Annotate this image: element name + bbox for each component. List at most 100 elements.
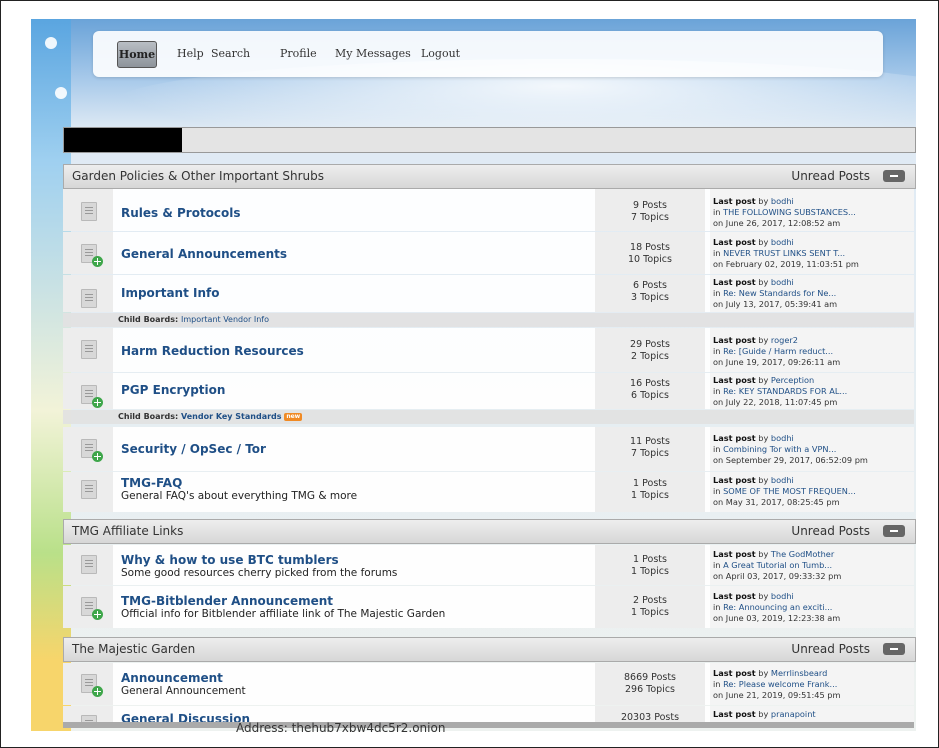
board-row: Why & how to use BTC tumblers Some good … [63, 545, 914, 585]
board-icon[interactable] [81, 289, 97, 308]
last-post-author[interactable]: roger2 [771, 335, 798, 345]
board-name[interactable]: Security / OpSec / Tor [121, 442, 266, 456]
unread-posts-link[interactable]: Unread Posts [791, 524, 870, 538]
last-post-author[interactable]: bodhi [771, 475, 794, 485]
last-post-topic[interactable]: NEVER TRUST LINKS SENT T... [723, 248, 845, 258]
board-name[interactable]: Important Info [121, 286, 219, 300]
child-board-link[interactable]: Important Vendor Info [181, 315, 269, 324]
last-post-cell: Last post by pranapoint [710, 706, 914, 722]
by-label: by [758, 237, 769, 247]
child-boards-line: Child Boards: Vendor Key Standards new [118, 412, 303, 421]
last-post-label: Last post [713, 277, 756, 287]
nav-my-messages[interactable]: My Messages [335, 47, 411, 60]
last-post-topic[interactable]: Combining Tor with a VPN... [723, 444, 836, 454]
last-post-author[interactable]: pranapoint [771, 709, 816, 719]
board-icon-cell [63, 373, 113, 409]
board-row: General Discussion 20303 Posts Last post… [63, 706, 914, 722]
topics-count: 10 Topics [628, 254, 672, 265]
board-description: Some good resources cherry picked from t… [121, 567, 398, 579]
last-post-date: on July 13, 2017, 05:39:41 am [713, 299, 838, 309]
last-post-topic[interactable]: Re: KEY STANDARDS FOR AL... [723, 386, 847, 396]
board-name[interactable]: Why & how to use BTC tumblers [121, 553, 339, 567]
last-post-author[interactable]: bodhi [771, 591, 794, 601]
flower-petal [45, 37, 57, 49]
collapse-icon[interactable] [883, 525, 905, 537]
board-stats: 2 Posts 1 Topics [595, 586, 705, 628]
by-label: by [758, 277, 769, 287]
board-row: General Announcements 18 Posts 10 Topics … [63, 232, 914, 274]
last-post-author[interactable]: The GodMother [771, 549, 834, 559]
last-post-label: Last post [713, 433, 756, 443]
board-stats: 29 Posts 2 Topics [595, 328, 705, 372]
board-name[interactable]: General Announcements [121, 247, 287, 261]
last-post-cell: Last post by Perception in Re: KEY STANDA… [710, 373, 914, 409]
board-name[interactable]: Announcement [121, 671, 223, 685]
in-label: in [713, 248, 721, 258]
nav-logout[interactable]: Logout [421, 47, 460, 60]
last-post-author[interactable]: Merrlinsbeard [771, 668, 827, 678]
new-badge: new [284, 412, 303, 421]
in-label: in [713, 346, 721, 356]
new-posts-icon [92, 686, 103, 697]
board-row: TMG-Bitblender Announcement Official inf… [63, 586, 914, 628]
board-icon[interactable] [81, 555, 97, 574]
category-header: The Majestic Garden Unread Posts [63, 637, 916, 662]
unread-posts-link[interactable]: Unread Posts [791, 642, 870, 656]
collapse-icon[interactable] [883, 170, 905, 182]
board-stats: 8669 Posts 296 Topics [595, 663, 705, 705]
last-post-topic[interactable]: Re: Please welcome Frank... [723, 679, 837, 689]
board-description: General FAQ's about everything TMG & mor… [121, 490, 358, 502]
last-post-author[interactable]: bodhi [771, 277, 794, 287]
nav-home-button[interactable]: Home [117, 41, 157, 68]
last-post-author[interactable]: bodhi [771, 433, 794, 443]
nav-profile[interactable]: Profile [280, 47, 317, 60]
last-post-topic[interactable]: Re: Announcing an exciti... [723, 602, 832, 612]
last-post-topic[interactable]: A Great Tutorial on Tumb... [723, 560, 832, 570]
in-label: in [713, 679, 721, 689]
last-post-label: Last post [713, 375, 756, 385]
board-icon-cell [63, 545, 113, 585]
board-name[interactable]: PGP Encryption [121, 383, 225, 397]
board-icon[interactable] [81, 202, 97, 221]
posts-count: 8669 Posts [623, 672, 677, 683]
board-name[interactable]: General Discussion [121, 712, 250, 722]
posts-count: 1 Posts [633, 478, 667, 489]
last-post-author[interactable]: bodhi [771, 196, 794, 206]
board-icon-cell [63, 706, 113, 722]
last-post-cell: Last post by bodhi in Re: Announcing an e… [710, 586, 914, 628]
board-name[interactable]: TMG-FAQ [121, 476, 182, 490]
nav-search[interactable]: Search [211, 47, 250, 60]
board-icon-cell [63, 663, 113, 705]
last-post-topic[interactable]: SOME OF THE MOST FREQUEN... [723, 486, 856, 496]
in-label: in [713, 486, 721, 496]
last-post-author[interactable]: Perception [771, 375, 814, 385]
last-post-date: on September 29, 2017, 06:52:09 pm [713, 455, 868, 465]
last-post-topic[interactable]: Re: [Guide / Harm reduct... [723, 346, 833, 356]
last-post-topic[interactable]: THE FOLLOWING SUBSTANCES... [723, 207, 856, 217]
topics-count: 296 Topics [625, 684, 675, 695]
board-icon[interactable] [81, 715, 97, 722]
board-name[interactable]: TMG-Bitblender Announcement [121, 594, 333, 608]
board-icon-cell [63, 586, 113, 628]
board-icon[interactable] [81, 480, 97, 499]
board-name[interactable]: Rules & Protocols [121, 206, 241, 220]
posts-count: 6 Posts [633, 280, 667, 291]
board-icon-cell [63, 427, 113, 471]
board-row: Rules & Protocols 9 Posts 7 Topics Last p… [63, 189, 914, 231]
board-row: Harm Reduction Resources 29 Posts 2 Topic… [63, 328, 914, 372]
board-icon[interactable] [81, 340, 97, 359]
collapse-icon[interactable] [883, 643, 905, 655]
category-title: Garden Policies & Other Important Shrubs [72, 169, 324, 183]
child-board-link[interactable]: Vendor Key Standards [181, 412, 282, 421]
nav-help[interactable]: Help [177, 47, 204, 60]
board-icon-cell [63, 472, 113, 512]
board-stats: 20303 Posts [595, 706, 705, 722]
by-label: by [758, 335, 769, 345]
last-post-topic[interactable]: Re: New Standards for Ne... [723, 288, 836, 298]
unread-posts-link[interactable]: Unread Posts [791, 169, 870, 183]
last-post-date: on July 22, 2018, 11:07:45 pm [713, 397, 838, 407]
last-post-date: on June 21, 2019, 09:51:45 pm [713, 690, 841, 700]
board-row: Security / OpSec / Tor 11 Posts 7 Topics … [63, 427, 914, 471]
board-name[interactable]: Harm Reduction Resources [121, 344, 304, 358]
last-post-author[interactable]: bodhi [771, 237, 794, 247]
